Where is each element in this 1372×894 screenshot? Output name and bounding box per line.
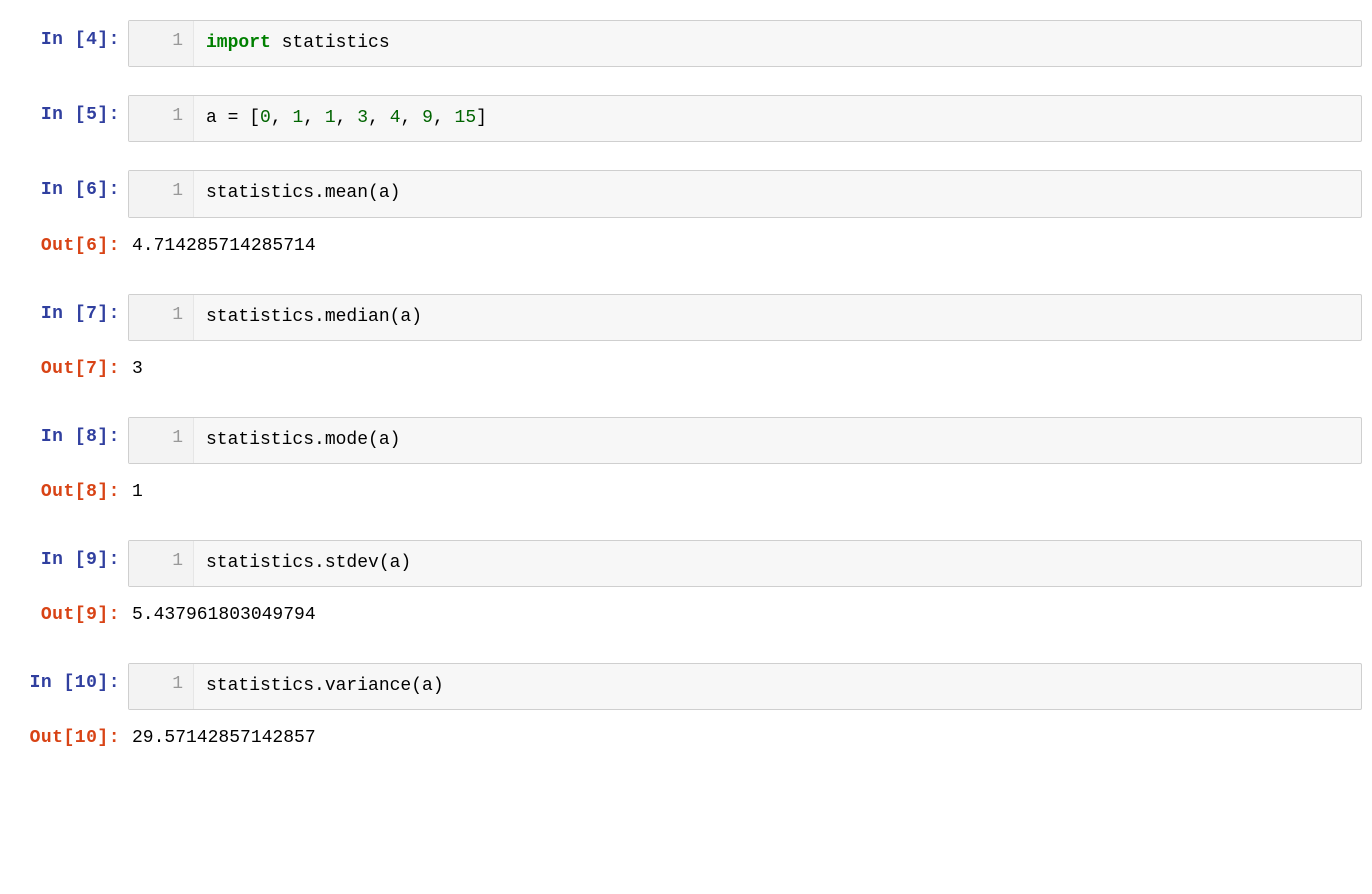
output-content: 29.57142857142857 (128, 718, 1362, 758)
code-cell[interactable]: In [7]:1statistics.median(a) (10, 294, 1362, 341)
output-cell: Out[7]:3 (10, 349, 1362, 389)
line-number: 1 (129, 21, 194, 66)
jupyter-notebook: In [4]:1import statisticsIn [5]:1a = [0,… (10, 20, 1362, 758)
code-editor[interactable]: 1statistics.median(a) (128, 294, 1362, 341)
line-number: 1 (129, 171, 194, 216)
code-cell[interactable]: In [4]:1import statistics (10, 20, 1362, 67)
code-editor[interactable]: 1a = [0, 1, 1, 3, 4, 9, 15] (128, 95, 1362, 142)
code-content[interactable]: import statistics (194, 21, 1361, 66)
code-editor[interactable]: 1statistics.stdev(a) (128, 540, 1362, 587)
code-content[interactable]: statistics.median(a) (194, 295, 1361, 340)
code-cell[interactable]: In [5]:1a = [0, 1, 1, 3, 4, 9, 15] (10, 95, 1362, 142)
code-cell[interactable]: In [6]:1statistics.mean(a) (10, 170, 1362, 217)
cell-group: In [7]:1statistics.median(a)Out[7]:3 (10, 294, 1362, 389)
cell-group: In [4]:1import statistics (10, 20, 1362, 67)
output-prompt: Out[8]: (10, 472, 128, 502)
input-prompt: In [6]: (10, 170, 128, 200)
cell-group: In [6]:1statistics.mean(a)Out[6]:4.71428… (10, 170, 1362, 265)
input-prompt: In [4]: (10, 20, 128, 50)
code-editor[interactable]: 1import statistics (128, 20, 1362, 67)
code-content[interactable]: a = [0, 1, 1, 3, 4, 9, 15] (194, 96, 1361, 141)
code-editor[interactable]: 1statistics.mode(a) (128, 417, 1362, 464)
code-content[interactable]: statistics.mode(a) (194, 418, 1361, 463)
input-prompt: In [10]: (10, 663, 128, 693)
code-content[interactable]: statistics.mean(a) (194, 171, 1361, 216)
cell-group: In [5]:1a = [0, 1, 1, 3, 4, 9, 15] (10, 95, 1362, 142)
code-cell[interactable]: In [10]:1statistics.variance(a) (10, 663, 1362, 710)
line-number: 1 (129, 295, 194, 340)
code-content[interactable]: statistics.variance(a) (194, 664, 1361, 709)
code-content[interactable]: statistics.stdev(a) (194, 541, 1361, 586)
output-cell: Out[9]:5.437961803049794 (10, 595, 1362, 635)
line-number: 1 (129, 541, 194, 586)
code-editor[interactable]: 1statistics.variance(a) (128, 663, 1362, 710)
output-prompt: Out[6]: (10, 226, 128, 256)
output-cell: Out[6]:4.714285714285714 (10, 226, 1362, 266)
line-number: 1 (129, 418, 194, 463)
line-number: 1 (129, 664, 194, 709)
output-cell: Out[8]:1 (10, 472, 1362, 512)
output-prompt: Out[10]: (10, 718, 128, 748)
code-cell[interactable]: In [9]:1statistics.stdev(a) (10, 540, 1362, 587)
output-content: 4.714285714285714 (128, 226, 1362, 266)
cell-group: In [10]:1statistics.variance(a)Out[10]:2… (10, 663, 1362, 758)
output-prompt: Out[7]: (10, 349, 128, 379)
output-cell: Out[10]:29.57142857142857 (10, 718, 1362, 758)
code-cell[interactable]: In [8]:1statistics.mode(a) (10, 417, 1362, 464)
input-prompt: In [9]: (10, 540, 128, 570)
line-number: 1 (129, 96, 194, 141)
cell-group: In [8]:1statistics.mode(a)Out[8]:1 (10, 417, 1362, 512)
input-prompt: In [8]: (10, 417, 128, 447)
output-content: 1 (128, 472, 1362, 512)
output-content: 3 (128, 349, 1362, 389)
input-prompt: In [5]: (10, 95, 128, 125)
output-content: 5.437961803049794 (128, 595, 1362, 635)
input-prompt: In [7]: (10, 294, 128, 324)
output-prompt: Out[9]: (10, 595, 128, 625)
code-editor[interactable]: 1statistics.mean(a) (128, 170, 1362, 217)
cell-group: In [9]:1statistics.stdev(a)Out[9]:5.4379… (10, 540, 1362, 635)
